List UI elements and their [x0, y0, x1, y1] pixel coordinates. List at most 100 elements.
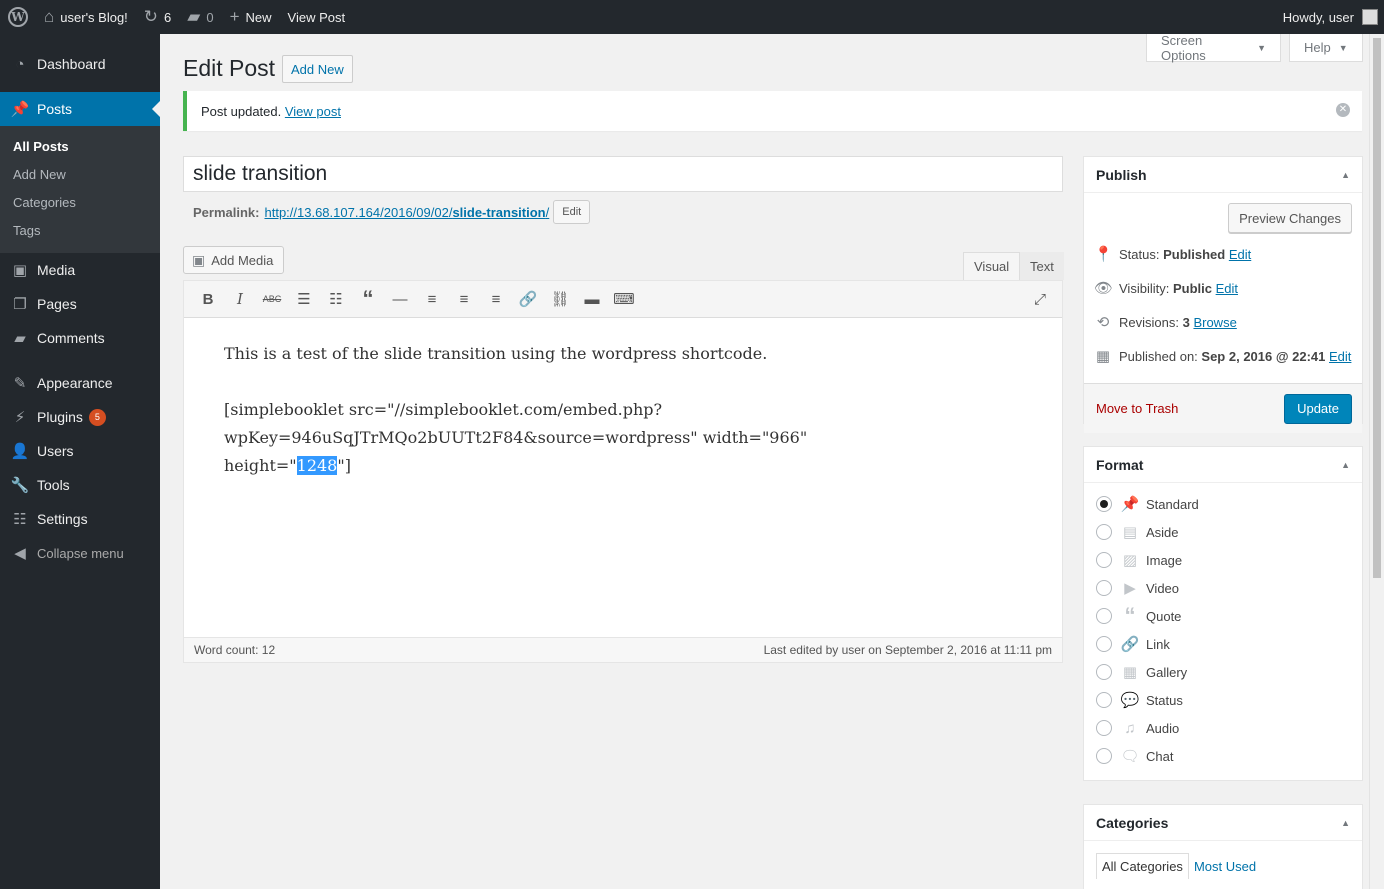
align-right-icon[interactable]: ≡ [480, 284, 512, 314]
my-account-menu[interactable]: Howdy, user [1275, 0, 1384, 34]
strikethrough-icon[interactable]: ABC [256, 284, 288, 314]
publish-box-header[interactable]: Publish ▲ [1084, 157, 1362, 193]
numbered-list-icon[interactable]: ☷ [320, 284, 352, 314]
radio-chat[interactable] [1096, 748, 1112, 764]
menu-tools-label: Tools [37, 477, 70, 493]
radio-image[interactable] [1096, 552, 1112, 568]
screen-options-button[interactable]: Screen Options ▼ [1146, 33, 1281, 63]
plus-icon: + [229, 7, 240, 26]
submenu-tags[interactable]: Tags [0, 217, 160, 245]
aside-icon: ▤ [1122, 524, 1138, 541]
horizontal-line-icon[interactable]: — [384, 284, 416, 314]
format-option-link[interactable]: 🔗 Link [1084, 630, 1362, 658]
site-name-link[interactable]: ⌂ user's Blog! [36, 0, 136, 34]
menu-users[interactable]: 👤 Users [0, 434, 160, 468]
format-option-gallery[interactable]: ▦ Gallery [1084, 658, 1362, 686]
fullscreen-icon[interactable]: ⤢ [1024, 284, 1056, 314]
revisions-browse-link[interactable]: Browse [1193, 315, 1236, 330]
toolbar-toggle-icon[interactable]: ⌨ [608, 284, 640, 314]
format-label-image: Image [1146, 552, 1183, 568]
view-post-link[interactable]: View Post [280, 0, 354, 34]
updates-count: 6 [164, 9, 172, 25]
editor-content[interactable]: This is a test of the slide transition u… [184, 318, 1062, 639]
add-new-button[interactable]: Add New [282, 55, 353, 83]
status-bubble-icon: 💬 [1120, 692, 1140, 709]
posts-submenu: All Posts Add New Categories Tags [0, 126, 160, 253]
toggle-arrow-icon[interactable]: ▲ [1341, 460, 1350, 470]
notice-view-post-link[interactable]: View post [285, 104, 341, 119]
menu-tools[interactable]: 🔧 Tools [0, 468, 160, 502]
radio-standard[interactable] [1096, 496, 1112, 512]
media-icon: ▣ [12, 262, 28, 279]
menu-comments[interactable]: ▰ Comments [0, 321, 160, 355]
tab-visual[interactable]: Visual [963, 252, 1021, 280]
page-scrollbar[interactable] [1369, 34, 1384, 889]
submenu-add-new[interactable]: Add New [0, 161, 160, 189]
published-label: Published on: [1119, 348, 1198, 364]
bulleted-list-icon[interactable]: ☰ [288, 284, 320, 314]
radio-audio[interactable] [1096, 720, 1112, 736]
align-center-icon[interactable]: ≡ [448, 284, 480, 314]
updates-link[interactable]: ↻ 6 [136, 0, 179, 34]
tab-text[interactable]: Text [1020, 252, 1064, 280]
align-left-icon[interactable]: ≡ [416, 284, 448, 314]
tab-all-categories[interactable]: All Categories [1096, 853, 1189, 879]
radio-quote[interactable] [1096, 608, 1112, 624]
tab-most-used[interactable]: Most Used [1189, 853, 1261, 879]
radio-status[interactable] [1096, 692, 1112, 708]
preview-changes-button[interactable]: Preview Changes [1228, 203, 1352, 233]
toggle-arrow-icon[interactable]: ▲ [1341, 818, 1350, 828]
menu-settings[interactable]: ☷ Settings [0, 502, 160, 536]
read-more-icon[interactable]: ▬ [576, 284, 608, 314]
blockquote-icon[interactable]: “ [352, 284, 384, 314]
published-edit-link[interactable]: Edit [1329, 349, 1351, 364]
move-to-trash-link[interactable]: Move to Trash [1096, 401, 1178, 416]
menu-pages[interactable]: ❐ Pages [0, 287, 160, 321]
menu-media[interactable]: ▣ Media [0, 253, 160, 287]
dismiss-icon[interactable]: ✕ [1336, 103, 1350, 117]
format-option-chat[interactable]: 🗨 Chat [1084, 742, 1362, 770]
permalink-edit-button[interactable]: Edit [553, 200, 591, 224]
collapse-menu-button[interactable]: ◀ Collapse menu [0, 536, 160, 570]
toggle-arrow-icon[interactable]: ▲ [1341, 170, 1350, 180]
comments-link[interactable]: ▰ 0 [179, 0, 221, 34]
scrollbar-thumb[interactable] [1373, 38, 1381, 578]
update-button[interactable]: Update [1284, 393, 1352, 424]
shortcode-line-3-post: "] [337, 456, 351, 475]
format-option-standard[interactable]: 📌 Standard [1084, 490, 1362, 518]
format-option-audio[interactable]: ♫ Audio [1084, 714, 1362, 742]
submenu-categories[interactable]: Categories [0, 189, 160, 217]
submenu-all-posts[interactable]: All Posts [0, 133, 160, 161]
permalink-link[interactable]: http://13.68.107.164/2016/09/02/slide-tr… [264, 205, 549, 220]
format-box-header[interactable]: Format ▲ [1084, 447, 1362, 483]
permalink: Permalink: http://13.68.107.164/2016/09/… [193, 200, 591, 224]
radio-gallery[interactable] [1096, 664, 1112, 680]
shortcode-line-3: height="1248"] [224, 452, 1022, 480]
radio-video[interactable] [1096, 580, 1112, 596]
categories-box-header[interactable]: Categories ▲ [1084, 805, 1362, 841]
post-title-input[interactable]: slide transition [183, 156, 1063, 192]
visibility-value: Public [1172, 280, 1212, 296]
remove-link-icon[interactable]: ⛓ [544, 284, 576, 314]
wp-logo-menu[interactable]: W [0, 0, 36, 34]
visibility-edit-link[interactable]: Edit [1216, 281, 1238, 296]
format-option-aside[interactable]: ▤ Aside [1084, 518, 1362, 546]
menu-plugins[interactable]: ⚡ Plugins 5 [0, 400, 160, 434]
menu-users-label: Users [37, 443, 74, 459]
format-option-quote[interactable]: “ Quote [1084, 602, 1362, 630]
format-option-video[interactable]: ▶ Video [1084, 574, 1362, 602]
menu-dashboard[interactable]: ◔ Dashboard [0, 47, 160, 81]
radio-aside[interactable] [1096, 524, 1112, 540]
radio-link[interactable] [1096, 636, 1112, 652]
format-option-status[interactable]: 💬 Status [1084, 686, 1362, 714]
help-button[interactable]: Help ▼ [1289, 34, 1363, 62]
insert-link-icon[interactable]: 🔗 [512, 284, 544, 314]
add-media-button[interactable]: ▣ Add Media [183, 246, 285, 274]
format-option-image[interactable]: ▨ Image [1084, 546, 1362, 574]
menu-posts[interactable]: 📌 Posts [0, 92, 160, 126]
status-edit-link[interactable]: Edit [1229, 247, 1251, 262]
menu-appearance[interactable]: ✎ Appearance [0, 366, 160, 400]
italic-icon[interactable]: I [224, 284, 256, 314]
bold-icon[interactable]: B [192, 284, 224, 314]
new-content-link[interactable]: + New [222, 0, 280, 34]
